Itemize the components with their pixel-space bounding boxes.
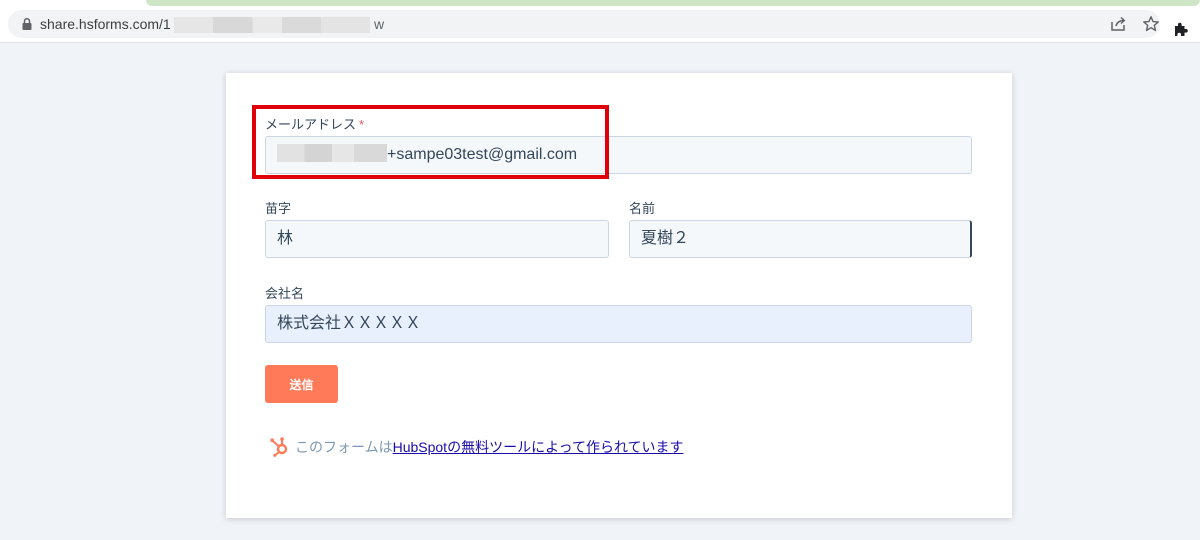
hubspot-link[interactable]: HubSpotの無料ツールによって作られています — [393, 439, 684, 455]
first-name-label: 名前 — [629, 201, 656, 216]
browser-toolbar: share.hsforms.com/1 w — [0, 8, 1200, 43]
extensions-puzzle-icon[interactable] — [1172, 20, 1190, 38]
share-icon[interactable] — [1110, 16, 1126, 32]
last-name-value: 林 — [277, 230, 294, 247]
highlight-box — [252, 105, 609, 179]
company-field[interactable]: 株式会社ＸＸＸＸＸ — [265, 305, 972, 343]
url-text[interactable]: share.hsforms.com/1 — [40, 16, 171, 32]
company-label: 会社名 — [265, 286, 305, 301]
last-name-label: 苗字 — [265, 201, 292, 216]
address-bar[interactable]: share.hsforms.com/1 w — [8, 10, 1160, 38]
url-redaction — [174, 17, 370, 33]
last-name-field[interactable]: 林 — [265, 220, 609, 258]
footer-text: このフォームはHubSpotの無料ツールによって作られています — [295, 439, 684, 455]
tab-strip — [0, 0, 1200, 8]
bookmark-star-icon[interactable] — [1142, 15, 1160, 33]
hubspot-sprocket-icon[interactable] — [269, 435, 291, 457]
submit-button[interactable]: 送信 — [265, 365, 338, 403]
company-value: 株式会社ＸＸＸＸＸ — [277, 315, 422, 332]
lock-icon[interactable] — [20, 17, 34, 31]
first-name-value: 夏樹２ — [641, 230, 690, 247]
url-text-end[interactable]: w — [374, 16, 384, 32]
first-name-field[interactable]: 夏樹２ — [629, 220, 972, 258]
tab-strip-accent — [146, 0, 1200, 6]
